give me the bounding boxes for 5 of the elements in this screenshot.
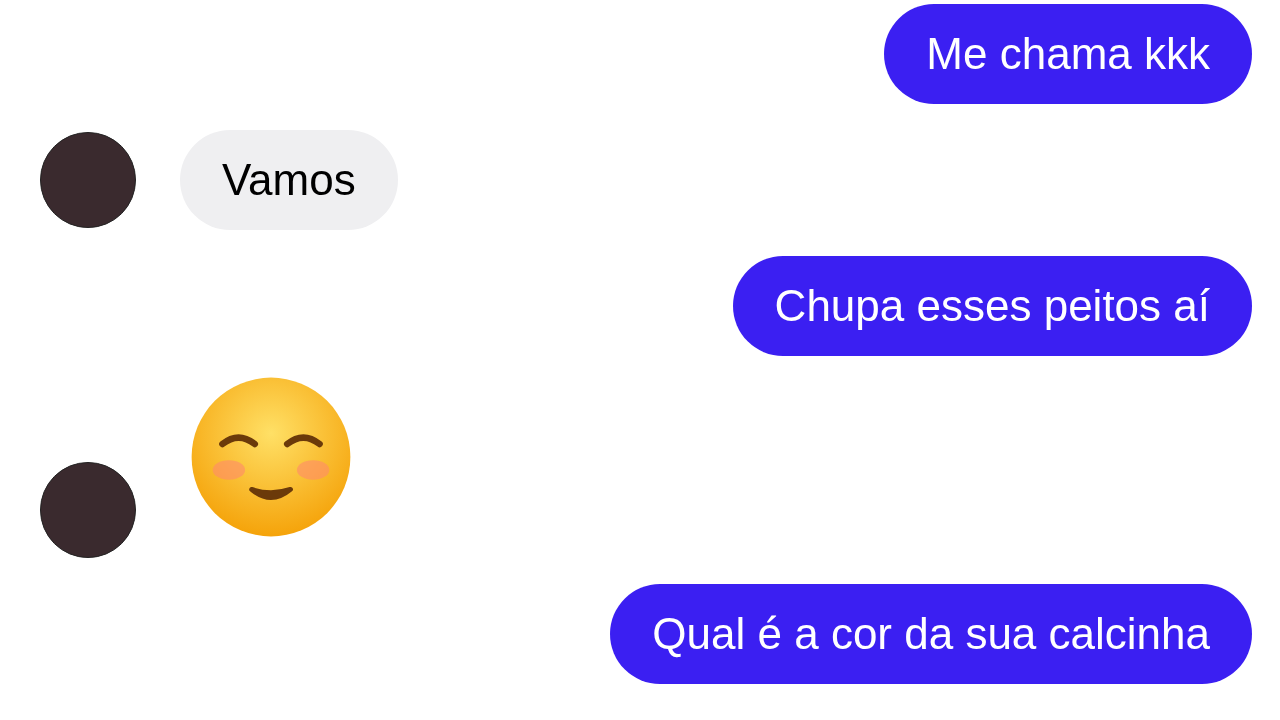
sent-message: Qual é a cor da sua calcinha [610, 584, 1252, 684]
sent-message: Chupa esses peitos aí [732, 256, 1252, 356]
smiling-face-icon [190, 376, 352, 538]
sent-message: Me chama kkk [884, 4, 1252, 104]
received-message: Vamos [180, 130, 398, 230]
